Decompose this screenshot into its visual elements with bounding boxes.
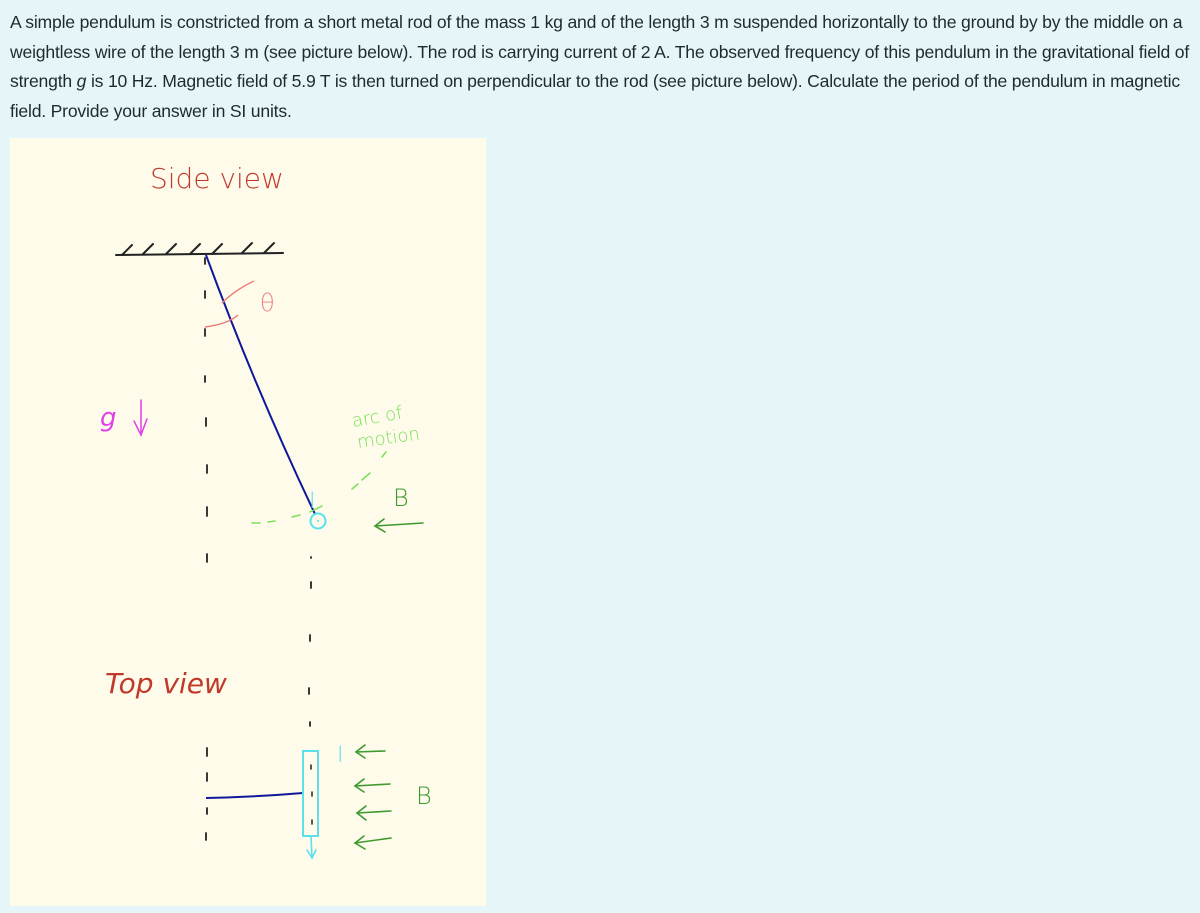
current-arrow-top-icon: [306, 835, 317, 860]
rod-vertical-dashes: [308, 556, 312, 727]
current-label-side: I: [309, 489, 316, 514]
field-arrow-side-icon: [373, 518, 424, 533]
rod-inner-dashes: [310, 764, 313, 825]
gravity-label: g: [100, 403, 117, 433]
g-symbol: g: [76, 71, 87, 91]
ceiling-support: [115, 242, 284, 256]
current-label-top: I: [337, 743, 344, 768]
vertical-reference-line: [204, 257, 208, 563]
top-view-reference-line: [205, 747, 208, 841]
pendulum-diagram: Side view θ g arc of motion I B Top view…: [100, 162, 432, 860]
side-view-title: Side view: [150, 162, 284, 195]
field-arrows-top-icon: [353, 744, 392, 850]
gravity-arrow-icon: [133, 399, 148, 437]
field-label-top: B: [416, 782, 432, 810]
top-view-title: Top view: [105, 667, 227, 700]
arc-of-motion: [251, 451, 387, 524]
pendulum-wire-top: [205, 792, 304, 799]
field-label-side: B: [393, 484, 409, 512]
current-dot-icon: [317, 520, 319, 522]
theta-arc: [204, 280, 255, 328]
problem-text-after-g: is 10 Hz. Magnetic field of 5.9 T is the…: [10, 71, 1180, 121]
problem-statement: A simple pendulum is constricted from a …: [10, 8, 1195, 126]
theta-label: θ: [260, 289, 275, 317]
pendulum-figure: Side view θ g arc of motion I B Top view…: [10, 138, 486, 906]
rod-top-view: [302, 750, 319, 837]
